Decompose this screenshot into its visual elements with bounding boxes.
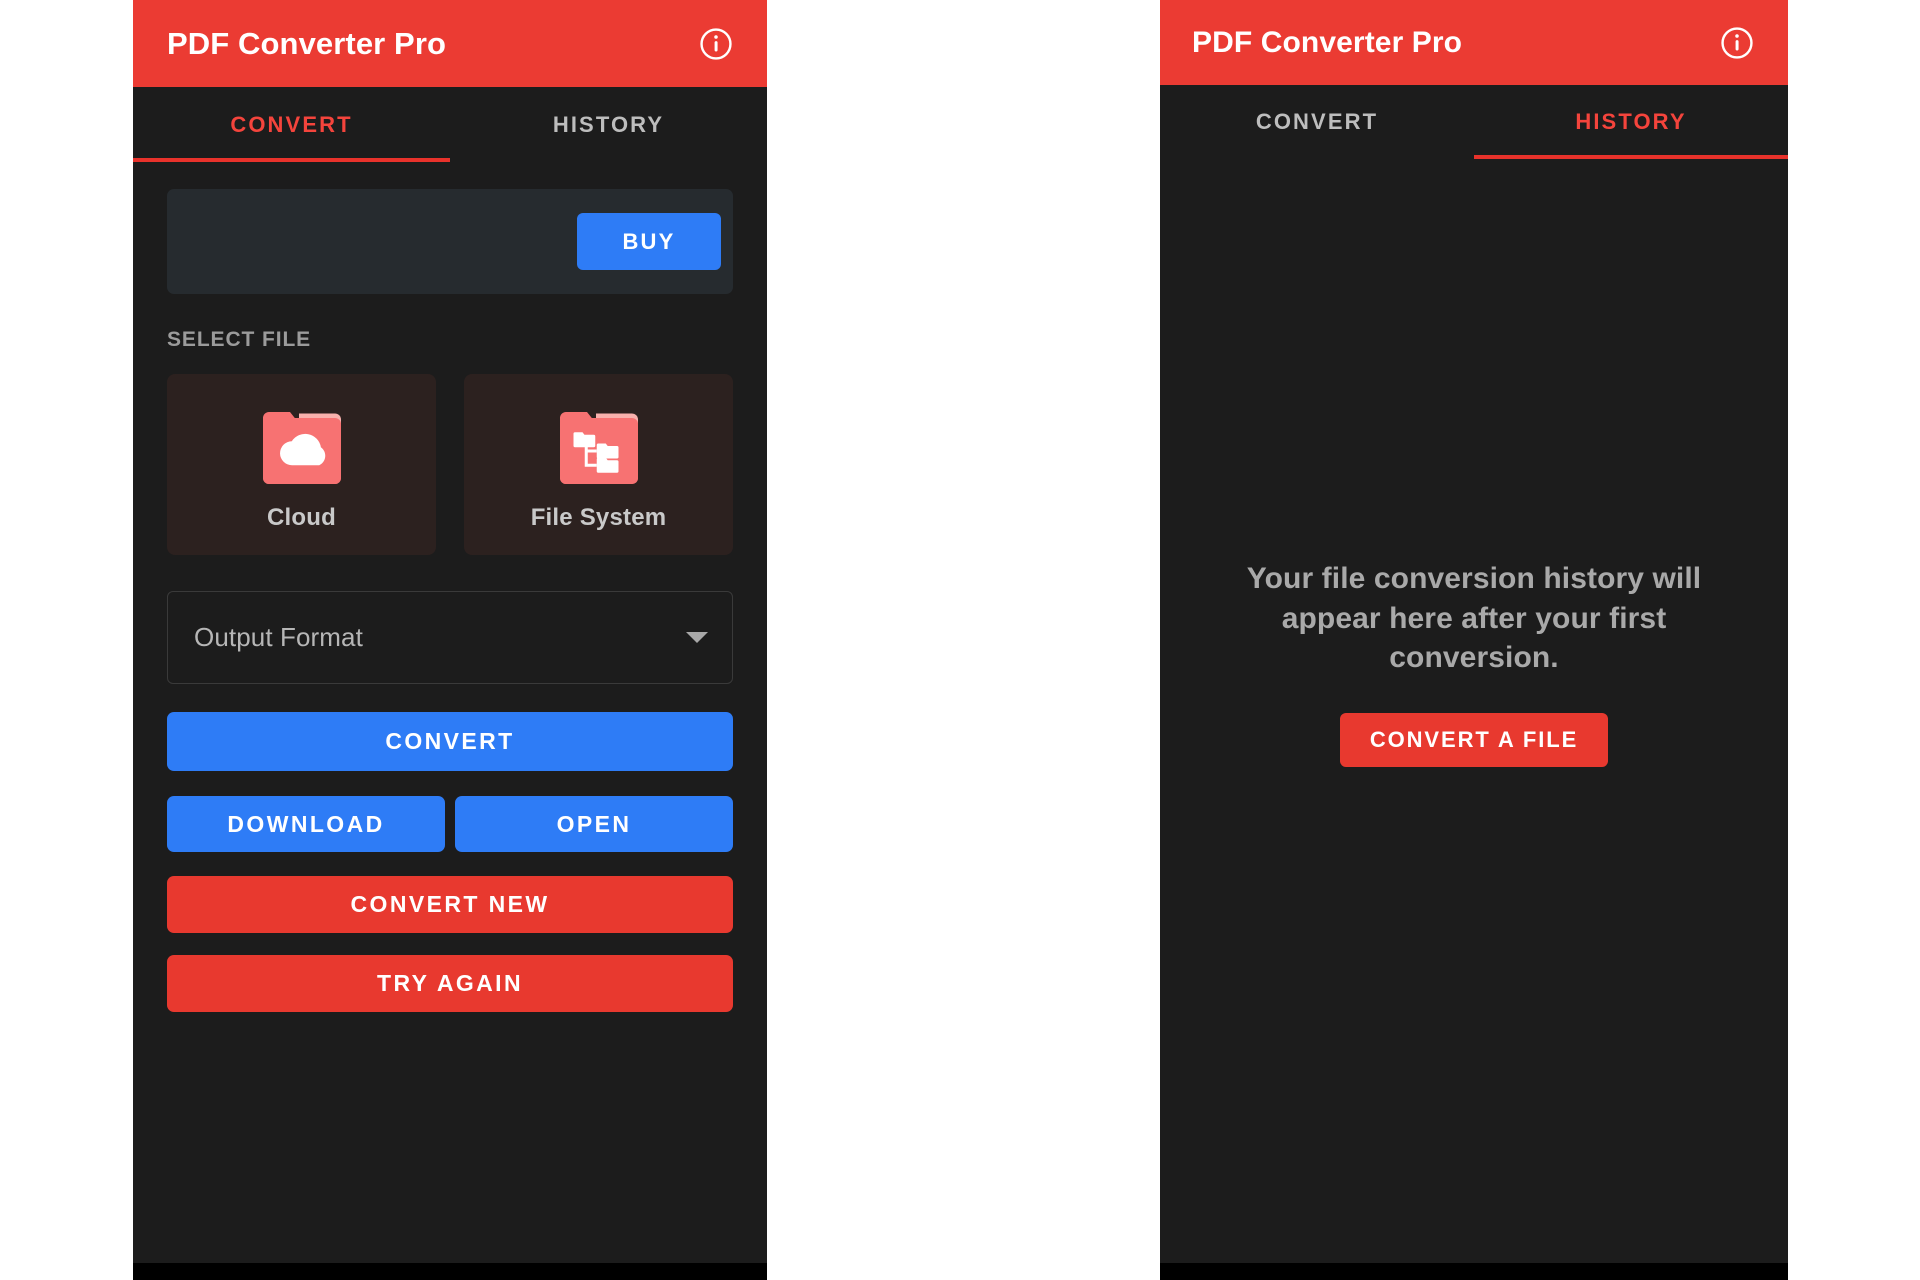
history-empty-message: Your file conversion history will appear…	[1246, 562, 1702, 675]
select-source-file-system-label: File System	[530, 504, 667, 531]
convert-new-button[interactable]: CONVERT NEW	[167, 876, 733, 933]
system-navigation-bar	[133, 1263, 767, 1280]
tab-history[interactable]: HISTORY	[450, 87, 767, 162]
tab-convert[interactable]: CONVERT	[133, 87, 450, 162]
history-empty-state: Your file conversion history will appear…	[1160, 159, 1788, 1215]
select-file-tiles: Cloud File System	[167, 374, 733, 555]
tab-history[interactable]: HISTORY	[1474, 85, 1788, 159]
screenshot-stage: PDF Converter Pro CONVERT HISTORY BUY SE…	[0, 0, 1920, 1280]
tab-convert[interactable]: CONVERT	[1160, 85, 1474, 159]
buy-button[interactable]: BUY	[577, 213, 721, 270]
app-bar: PDF Converter Pro	[1160, 0, 1788, 85]
chevron-down-icon	[686, 632, 708, 643]
output-format-select[interactable]: Output Format	[167, 591, 733, 684]
promo-banner: BUY	[167, 189, 733, 294]
download-open-row: DOWNLOAD OPEN	[167, 796, 733, 852]
download-button[interactable]: DOWNLOAD	[167, 796, 445, 852]
app-bar: PDF Converter Pro	[133, 0, 767, 87]
tab-history-label: HISTORY	[1575, 109, 1687, 134]
select-source-file-system[interactable]: File System	[464, 374, 733, 555]
folder-tree-icon	[551, 397, 647, 493]
convert-button[interactable]: CONVERT	[167, 712, 733, 771]
app-title: PDF Converter Pro	[1192, 25, 1463, 59]
tab-convert-label: CONVERT	[230, 111, 353, 137]
convert-a-file-button[interactable]: CONVERT A FILE	[1339, 712, 1609, 767]
tab-history-label: HISTORY	[552, 111, 665, 137]
output-format-value: Output Format	[194, 622, 363, 652]
select-source-cloud[interactable]: Cloud	[167, 374, 436, 555]
tab-bar: CONVERT HISTORY	[1160, 85, 1788, 159]
history-screen-body: Your file conversion history will appear…	[1160, 159, 1788, 1263]
info-circle-icon[interactable]	[1720, 26, 1754, 60]
phone-screen-convert: PDF Converter Pro CONVERT HISTORY BUY SE…	[133, 0, 767, 1280]
system-navigation-bar	[1160, 1263, 1788, 1280]
convert-screen-body: BUY SELECT FILE Cloud File System Output…	[133, 162, 767, 1263]
select-source-cloud-label: Cloud	[267, 504, 336, 531]
folder-cloud-icon	[254, 397, 350, 493]
tab-convert-label: CONVERT	[1255, 109, 1379, 134]
app-title: PDF Converter Pro	[167, 26, 447, 61]
select-file-section-label: SELECT FILE	[167, 328, 312, 351]
info-circle-icon[interactable]	[699, 27, 733, 61]
phone-screen-history: PDF Converter Pro CONVERT HISTORY Your f…	[1160, 0, 1788, 1280]
try-again-button[interactable]: TRY AGAIN	[167, 955, 733, 1012]
open-button[interactable]: OPEN	[455, 796, 733, 852]
tab-bar: CONVERT HISTORY	[133, 87, 767, 162]
